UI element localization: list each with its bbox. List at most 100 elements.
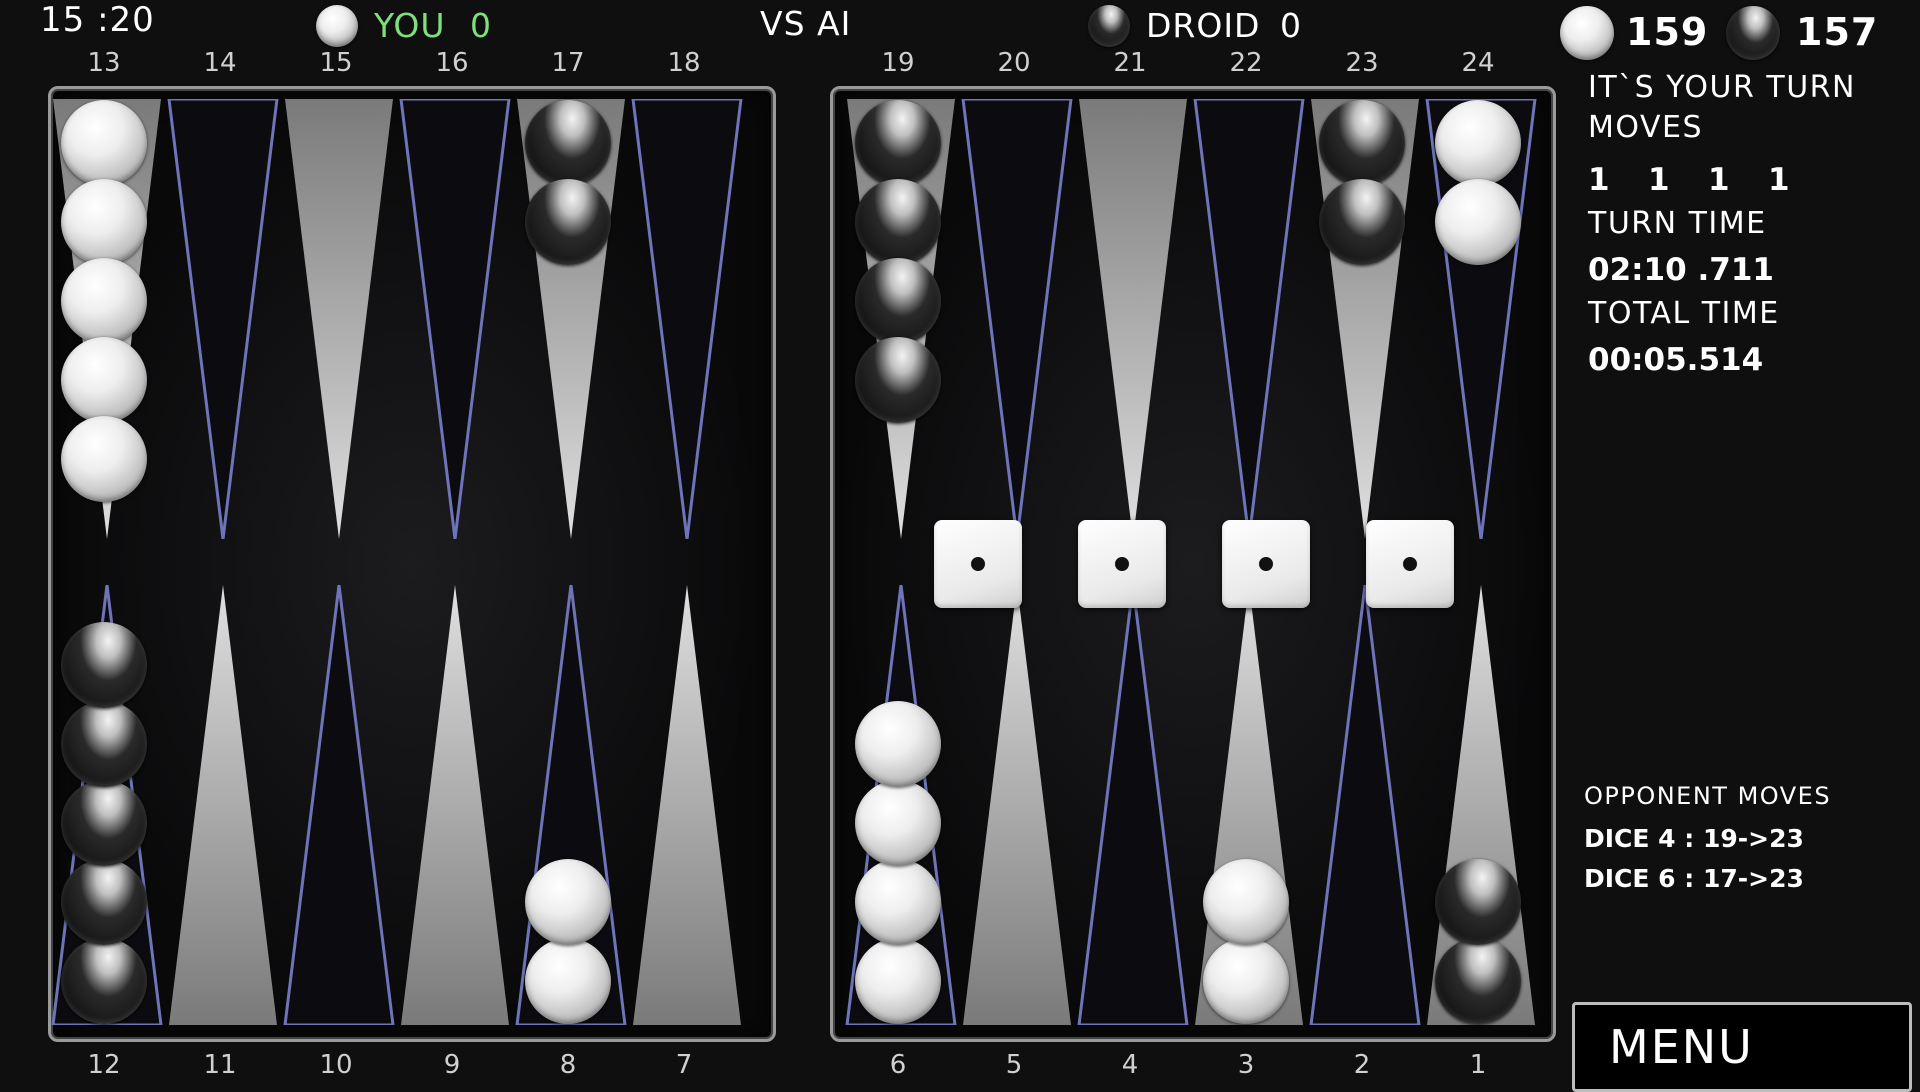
white-checker-icon xyxy=(316,5,358,47)
white-pip-icon xyxy=(1560,6,1614,60)
white-pip-count: 159 xyxy=(1626,10,1709,54)
white-checker[interactable] xyxy=(61,416,147,502)
black-checker-icon xyxy=(1088,5,1130,47)
white-checker[interactable] xyxy=(1435,100,1521,186)
move-2: 1 xyxy=(1648,162,1670,198)
move-4: 1 xyxy=(1768,162,1790,198)
vs-label: VS AI xyxy=(760,4,852,43)
point-number-14: 14 xyxy=(203,48,237,78)
player-label: YOU xyxy=(374,6,446,45)
move-1: 1 xyxy=(1588,162,1610,198)
black-pip-icon xyxy=(1726,6,1780,60)
black-checker[interactable] xyxy=(1319,179,1405,265)
point-triangle-21[interactable] xyxy=(1075,99,1191,539)
black-checker[interactable] xyxy=(1435,938,1521,1024)
opponent-label: DROID xyxy=(1146,6,1261,45)
point-number-1: 1 xyxy=(1469,1050,1487,1080)
white-checker[interactable] xyxy=(855,780,941,866)
point-number-6: 6 xyxy=(889,1050,907,1080)
point-number-24: 24 xyxy=(1461,48,1495,78)
black-checker[interactable] xyxy=(855,179,941,265)
black-checker[interactable] xyxy=(1319,100,1405,186)
point-number-21: 21 xyxy=(1113,48,1147,78)
black-pip-count: 157 xyxy=(1796,10,1879,54)
point-number-17: 17 xyxy=(551,48,585,78)
point-triangle-18[interactable] xyxy=(629,99,745,539)
point-number-3: 3 xyxy=(1237,1050,1255,1080)
white-checker[interactable] xyxy=(61,100,147,186)
point-number-4: 4 xyxy=(1121,1050,1139,1080)
point-number-16: 16 xyxy=(435,48,469,78)
black-checker[interactable] xyxy=(61,622,147,708)
point-triangle-4[interactable] xyxy=(1075,585,1191,1025)
point-number-18: 18 xyxy=(667,48,701,78)
black-checker[interactable] xyxy=(855,258,941,344)
white-checker[interactable] xyxy=(61,337,147,423)
point-triangle-15[interactable] xyxy=(281,99,397,539)
point-number-2: 2 xyxy=(1353,1050,1371,1080)
white-checker[interactable] xyxy=(525,859,611,945)
point-number-8: 8 xyxy=(559,1050,577,1080)
point-triangle-11[interactable] xyxy=(165,585,281,1025)
black-checker[interactable] xyxy=(61,859,147,945)
point-number-15: 15 xyxy=(319,48,353,78)
board-left-half xyxy=(48,86,776,1042)
white-checker[interactable] xyxy=(855,701,941,787)
white-checker[interactable] xyxy=(1203,859,1289,945)
total-time-value: 00:05.514 xyxy=(1588,342,1764,378)
point-triangle-10[interactable] xyxy=(281,585,397,1025)
point-number-10: 10 xyxy=(319,1050,353,1080)
total-time-label: TOTAL TIME xyxy=(1588,296,1780,331)
status-clock: 15 :20 xyxy=(40,0,155,40)
point-number-19: 19 xyxy=(881,48,915,78)
point-triangle-20[interactable] xyxy=(959,99,1075,539)
black-checker[interactable] xyxy=(61,780,147,866)
white-checker[interactable] xyxy=(855,859,941,945)
point-number-20: 20 xyxy=(997,48,1031,78)
die-pip xyxy=(1115,557,1129,571)
white-checker[interactable] xyxy=(855,938,941,1024)
point-number-9: 9 xyxy=(443,1050,461,1080)
white-checker[interactable] xyxy=(61,179,147,265)
black-checker[interactable] xyxy=(61,701,147,787)
black-checker[interactable] xyxy=(525,100,611,186)
point-number-5: 5 xyxy=(1005,1050,1023,1080)
white-checker[interactable] xyxy=(1203,938,1289,1024)
point-number-7: 7 xyxy=(675,1050,693,1080)
point-triangle-22[interactable] xyxy=(1191,99,1307,539)
turn-message: IT`S YOUR TURN xyxy=(1588,70,1856,105)
die[interactable] xyxy=(1366,520,1454,608)
die[interactable] xyxy=(934,520,1022,608)
point-triangle-5[interactable] xyxy=(959,585,1075,1025)
die-pip xyxy=(1403,557,1417,571)
menu-button[interactable]: MENU xyxy=(1572,1002,1912,1092)
white-checker[interactable] xyxy=(1435,179,1521,265)
opponent-score: 0 xyxy=(1280,6,1302,45)
opponent-move-2: DICE 6 : 17->23 xyxy=(1584,864,1804,893)
point-number-23: 23 xyxy=(1345,48,1379,78)
point-triangle-2[interactable] xyxy=(1307,585,1423,1025)
point-triangle-9[interactable] xyxy=(397,585,513,1025)
point-number-22: 22 xyxy=(1229,48,1263,78)
point-triangle-7[interactable] xyxy=(629,585,745,1025)
die-pip xyxy=(971,557,985,571)
opponent-moves-label: OPPONENT MOVES xyxy=(1584,782,1832,810)
black-checker[interactable] xyxy=(855,100,941,186)
point-triangle-14[interactable] xyxy=(165,99,281,539)
point-number-13: 13 xyxy=(87,48,121,78)
white-checker[interactable] xyxy=(61,258,147,344)
white-checker[interactable] xyxy=(525,938,611,1024)
opponent-move-1: DICE 4 : 19->23 xyxy=(1584,824,1804,853)
point-number-11: 11 xyxy=(203,1050,237,1080)
black-checker[interactable] xyxy=(1435,859,1521,945)
turn-time-label: TURN TIME xyxy=(1588,206,1767,241)
die[interactable] xyxy=(1222,520,1310,608)
moves-label: MOVES xyxy=(1588,110,1703,145)
move-3: 1 xyxy=(1708,162,1730,198)
black-checker[interactable] xyxy=(855,337,941,423)
point-triangle-16[interactable] xyxy=(397,99,513,539)
point-number-12: 12 xyxy=(87,1050,121,1080)
black-checker[interactable] xyxy=(525,179,611,265)
die[interactable] xyxy=(1078,520,1166,608)
black-checker[interactable] xyxy=(61,938,147,1024)
